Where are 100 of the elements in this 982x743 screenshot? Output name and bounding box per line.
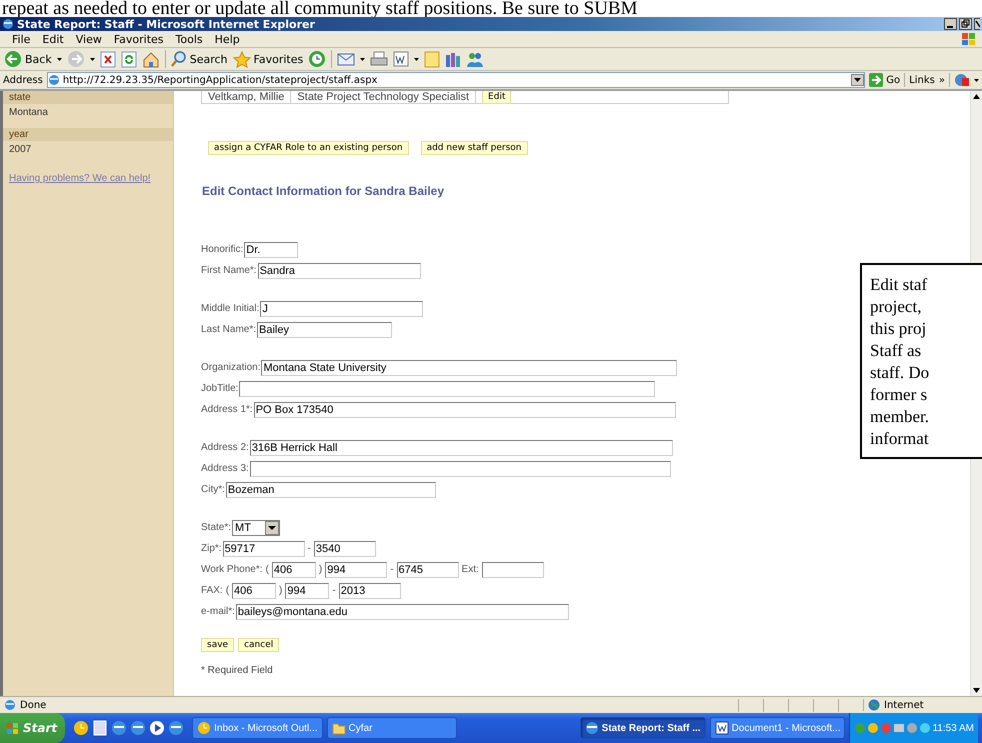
browser-icon[interactable] (130, 720, 146, 736)
input-field[interactable]: 994 (325, 562, 388, 578)
field-label: State*: (201, 522, 232, 533)
input-field[interactable]: 406 (232, 582, 276, 598)
mail-icon (197, 721, 212, 735)
separator-text: ) (318, 564, 324, 575)
messenger-people-icon[interactable] (466, 50, 484, 68)
back-button[interactable]: Back (4, 50, 52, 68)
separator-text: - (389, 564, 395, 575)
field-label: First Name*: (201, 265, 257, 276)
page-icon (4, 699, 16, 711)
document-icon[interactable] (92, 720, 108, 736)
input-field[interactable]: PO Box 173540 (254, 402, 676, 418)
input-field[interactable]: 6745 (396, 562, 459, 578)
input-field[interactable]: 994 (285, 582, 330, 598)
zone-text: Internet (884, 700, 924, 710)
caption-text: repeat as needed to enter or update all community staff positions. Be sure to SUBM (1, 0, 638, 17)
field-label: Honorific: (201, 244, 244, 255)
close-icon[interactable] (974, 18, 980, 30)
edit-button[interactable]: Edit (482, 91, 512, 104)
globe-icon (868, 699, 880, 711)
table-cell: Veltkamp, Millie (202, 91, 292, 103)
input-field[interactable] (250, 460, 671, 476)
input-field[interactable]: J (260, 300, 424, 316)
input-field[interactable]: Bozeman (226, 482, 436, 498)
dropdown-caret-icon[interactable] (974, 78, 979, 82)
field-label: e-mail*: (201, 606, 235, 617)
printer-icon[interactable] (370, 51, 388, 67)
research-books-icon[interactable] (445, 50, 462, 68)
dropdown-caret-icon[interactable] (360, 58, 366, 60)
media-play-icon[interactable] (149, 720, 166, 736)
input-field[interactable] (482, 562, 544, 578)
input-field[interactable]: 59717 (222, 540, 305, 556)
clock-text: 11:53 AM (932, 722, 974, 734)
field-label: FAX: (201, 585, 223, 596)
menu-item[interactable]: Favorites (108, 32, 170, 46)
taskbar-button[interactable]: Inbox - Microsoft Outl... (192, 717, 323, 739)
form-button[interactable]: save (201, 638, 234, 652)
history-clock-icon[interactable] (308, 50, 326, 68)
separator-text: ( (264, 564, 270, 575)
star-icon (232, 50, 251, 68)
tray-icon[interactable] (893, 722, 904, 734)
input-field[interactable]: 316B Herrick Hall (250, 440, 673, 456)
input-field[interactable] (239, 380, 656, 396)
favorites-button[interactable]: Favorites (232, 50, 304, 68)
input-field[interactable]: Bailey (257, 322, 392, 338)
home-icon[interactable] (142, 50, 160, 68)
action-button[interactable]: add new staff person (420, 141, 528, 155)
search-button[interactable]: Search (170, 51, 228, 67)
taskbar-button[interactable]: Cyfar (326, 717, 457, 739)
separator-text: - (306, 543, 312, 554)
dropdown-caret-icon[interactable] (414, 58, 420, 60)
input-field[interactable]: Sandra (258, 262, 421, 278)
window-title: State Report: Staff - Microsoft Internet Explorer (17, 18, 316, 30)
menu-item[interactable]: Help (208, 32, 246, 46)
menu-item[interactable]: File (6, 32, 36, 46)
dropdown-caret-icon[interactable] (56, 58, 62, 60)
field-label: JobTitle: (201, 383, 238, 394)
restore-icon[interactable] (959, 18, 972, 30)
envelope-icon[interactable] (337, 51, 356, 67)
stop-icon[interactable] (100, 50, 116, 68)
go-button[interactable]: Go (869, 73, 900, 87)
sidebar-value: 2007 (8, 143, 32, 157)
pdf-globe-icon[interactable] (954, 73, 970, 87)
taskbar-button[interactable]: Document1 - Microsoft... (710, 717, 846, 739)
menu-item[interactable]: Tools (170, 32, 209, 46)
minimize-icon[interactable] (944, 18, 957, 30)
action-button[interactable]: assign a CYFAR Role to an existing person (208, 141, 409, 155)
dropdown-caret-icon[interactable] (90, 58, 95, 60)
input-field[interactable]: 2013 (338, 582, 401, 598)
sidebar-heading: year (3, 128, 173, 141)
input-field[interactable]: 3540 (314, 540, 376, 556)
browser-icon (584, 721, 599, 735)
address-label: Address (3, 74, 43, 86)
address-field[interactable]: http://72.29.23.35/ReportingApplication/stateproject/staff.aspx (46, 72, 866, 88)
field-label: Organization: (201, 362, 260, 373)
windows-flag-icon (6, 722, 20, 734)
sidebar-value: Montana (8, 106, 49, 120)
separator-text: Ext: (460, 564, 480, 575)
required-note: * Required Field (201, 665, 274, 676)
browser-icon[interactable] (111, 720, 128, 736)
state-select[interactable]: MT (232, 520, 280, 536)
input-field[interactable]: 406 (272, 562, 316, 578)
field-label: Address 1*: (201, 404, 253, 415)
menu-item[interactable]: View (70, 32, 108, 46)
menu-item[interactable]: Edit (36, 32, 70, 46)
browser-icon[interactable] (168, 720, 184, 736)
field-label: Work Phone*: (201, 564, 263, 575)
input-field[interactable]: Montana State University (261, 360, 678, 376)
word-document-icon[interactable] (393, 51, 410, 67)
separator-text: - (331, 585, 337, 596)
refresh-icon[interactable] (120, 50, 137, 68)
input-field[interactable]: baileys@montana.edu (236, 604, 569, 620)
input-field[interactable]: Dr. (244, 242, 298, 258)
links-button[interactable]: Links (909, 74, 935, 86)
chevron-button[interactable]: » (938, 74, 945, 86)
separator-text: ) (278, 585, 284, 596)
form-button[interactable]: cancel (238, 638, 280, 652)
taskbar-button[interactable]: State Report: Staff ... (580, 717, 706, 739)
clock-icon[interactable] (73, 720, 90, 736)
